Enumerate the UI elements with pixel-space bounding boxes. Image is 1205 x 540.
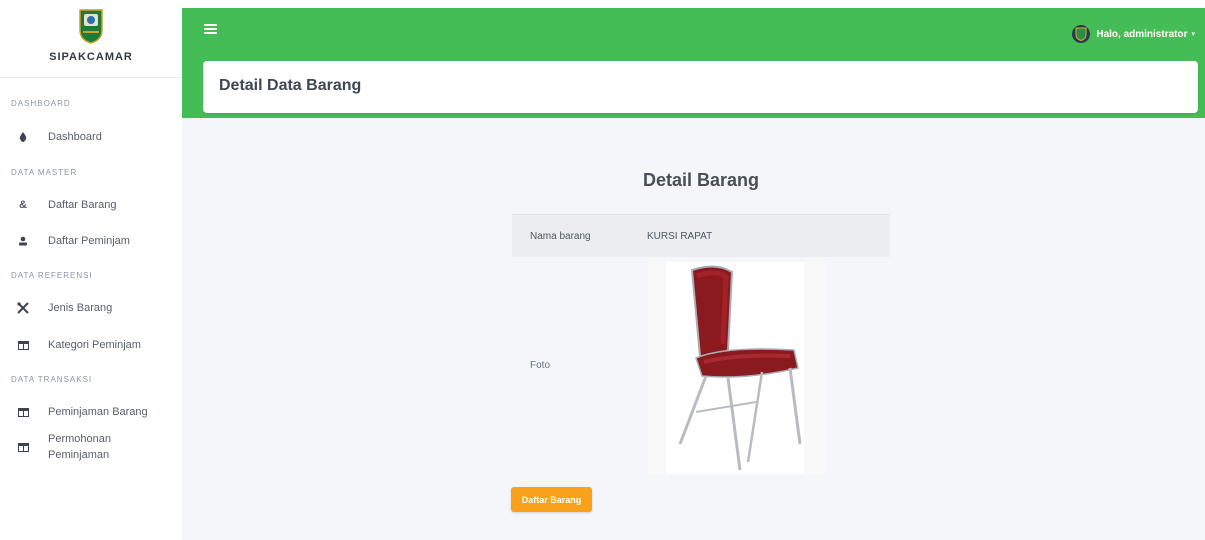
chair-photo [666, 262, 804, 474]
row-label: Nama barang [530, 230, 591, 242]
sidebar-item-kategori-peminjam[interactable]: Kategori Peminjam [0, 337, 182, 353]
provincial-emblem-icon [78, 7, 104, 45]
tools-icon [16, 301, 30, 315]
sidebar-item-label: Daftar Peminjam [48, 235, 130, 247]
sidebar-item-label: Peminjaman Barang [48, 406, 148, 418]
sidebar-item-dashboard[interactable]: Dashboard [0, 129, 182, 145]
sidebar-item-permohonan-peminjaman[interactable]: Permohonan Peminjaman [0, 431, 182, 463]
nav-heading-dashboard: DASHBOARD [11, 99, 71, 108]
nav-heading-data-referensi: DATA REFERENSI [11, 271, 93, 280]
table-icon [16, 405, 30, 419]
sidebar-item-label: Daftar Barang [48, 199, 117, 211]
sidebar-item-label: Kategori Peminjam [48, 339, 141, 351]
user-icon [16, 234, 30, 248]
sidebar-item-label: Jenis Barang [48, 302, 113, 314]
avatar [1072, 25, 1091, 43]
brand[interactable]: SIPAKCAMAR [0, 0, 182, 78]
user-greeting: Halo, administrator [1096, 28, 1188, 40]
ampersand-icon: & [19, 199, 27, 211]
sidebar-item-label: Permohonan Peminjaman [48, 433, 111, 461]
hamburger-icon[interactable] [204, 24, 217, 34]
sidebar-item-jenis-barang[interactable]: Jenis Barang [0, 300, 182, 316]
detail-title: Detail Barang [642, 170, 760, 190]
sidebar: SIPAKCAMAR DASHBOARD Dashboard DATA MAST… [0, 0, 182, 540]
sidebar-item-daftar-peminjam[interactable]: Daftar Peminjam [0, 233, 182, 249]
app-name: SIPAKCAMAR [49, 51, 133, 63]
nav-heading-data-master: DATA MASTER [11, 168, 78, 177]
table-row-nama-barang: Nama barang KURSI RAPAT [512, 214, 890, 257]
chevron-down-icon: ▾ [1191, 31, 1195, 38]
nav-heading-data-transaksi: DATA TRANSAKSI [11, 375, 93, 384]
page-title: Detail Data Barang [219, 77, 362, 94]
user-menu[interactable]: Halo, administrator ▾ [1072, 25, 1195, 43]
row-value: KURSI RAPAT [647, 230, 713, 242]
daftar-barang-button[interactable]: Daftar Barang [511, 487, 592, 512]
table-icon [16, 440, 30, 454]
page-header-card: Detail Data Barang [203, 61, 1198, 113]
droplet-icon [16, 130, 30, 144]
sidebar-item-daftar-barang[interactable]: & Daftar Barang [0, 197, 182, 213]
row-label: Foto [530, 360, 551, 371]
sidebar-item-label: Dashboard [48, 131, 102, 143]
sidebar-item-peminjaman-barang[interactable]: Peminjaman Barang [0, 404, 182, 420]
item-photo [648, 262, 826, 474]
table-icon [16, 338, 30, 352]
